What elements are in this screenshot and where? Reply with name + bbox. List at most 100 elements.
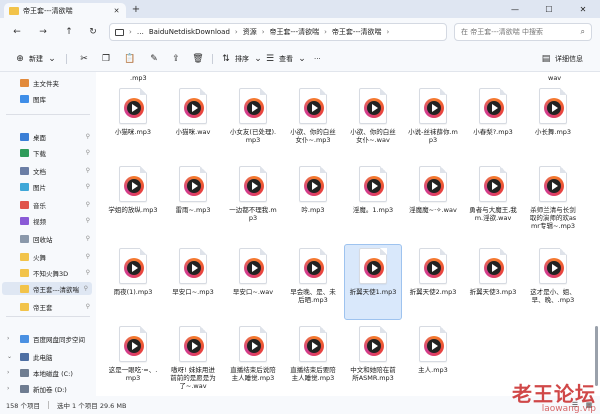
tab-current-folder[interactable]: 帝王套---清欲喘 ✕ [4,3,126,18]
file-item[interactable]: 淫魔魔~·✧.wav [408,166,458,214]
breadcrumb-item[interactable]: 资源 [243,27,257,37]
expand-right-icon[interactable]: › [7,369,9,376]
file-item[interactable]: 折翼天使2.mp3 [408,248,458,296]
sidebar-item-label: 下载 [33,149,46,158]
sidebar-item[interactable]: ⌄ 此电脑 [0,350,94,363]
expand-right-icon[interactable]: › [7,385,9,392]
file-item[interactable]: 小猫咪.mp3 [108,88,158,136]
sidebar-item[interactable]: 文档 ⚲ [0,164,94,177]
file-item[interactable]: 折翼天使1.mp3 [344,244,402,320]
sidebar-item[interactable]: 主文件夹 [0,76,94,89]
copy-button[interactable]: ❐ [100,52,112,66]
file-item[interactable]: 早会晚、是、未后晒.mp3 [288,248,338,304]
sidebar-item[interactable]: 图片 ⚲ [0,180,94,193]
forward-button[interactable]: → [36,25,50,39]
refresh-button[interactable]: ↻ [86,25,100,39]
sidebar-item[interactable]: 帝王套---清欲喘 ⚲ [2,282,92,295]
file-item[interactable]: 直播结束后说陪主人睡觉.mp3 [228,326,278,382]
file-item[interactable]: 小说-丝袜薛你.mp3 [408,88,458,144]
sidebar-item[interactable]: 帝王套 ⚲ [0,300,94,313]
scrollbar-thumb[interactable] [595,326,598,386]
cut-button[interactable]: ✂ [78,52,90,66]
tab-close-icon[interactable]: ✕ [112,7,121,15]
audio-file-icon [299,326,327,362]
file-item[interactable]: 小长舞.mp3 [528,88,578,136]
file-item[interactable]: 中文和她陪在前所ASMR.mp3 [348,326,398,382]
vertical-scrollbar[interactable] [595,76,598,392]
delete-button[interactable]: 🗑 [192,52,204,66]
file-item[interactable]: 嗷呀! 妹妹用进前前的是愿是为了~.wav [168,326,218,390]
tiles-view-icon[interactable]: ▦ [584,400,594,410]
search-box[interactable]: ⌕ [454,23,592,41]
file-item[interactable]: 小欲、你的白丝女仆~.mp3 [288,88,338,144]
file-item[interactable]: 这是一眼吃·=、.mp3 [108,326,158,382]
desktop-icon [20,132,29,141]
file-name: 折翼天使1.mp3 [349,288,397,296]
sort-button[interactable]: ⇅ 排序 ⌄ [220,52,264,66]
view-button[interactable]: ☰ 查看 ⌄ [264,52,308,66]
file-item[interactable]: 勇者与大魔王,我m.淫欲.wav [468,166,518,222]
sidebar-item[interactable]: 图库 [0,92,94,105]
file-item[interactable]: 小女友(已处理).mp3 [228,88,278,144]
sidebar-item[interactable]: 下载 ⚲ [0,146,94,159]
file-name: 小说-丝袜薛你.mp3 [408,128,458,144]
expand-right-icon[interactable]: › [7,335,9,342]
maximize-button[interactable]: ☐ [532,0,566,18]
sidebar-item[interactable]: › 新加卷 (D:) [0,382,94,395]
item-count: 158 个项目 [6,402,40,410]
sidebar-item[interactable]: › 本地磁盘 (C:) [0,366,94,379]
file-item[interactable]: 小猫咪.wav [168,88,218,136]
search-icon: ⌕ [580,27,585,36]
breadcrumb-item[interactable]: 帝王套---清欲喘 [270,27,320,37]
share-button[interactable]: ⇪ [170,52,182,66]
address-bar[interactable]: › … BaiduNetdiskDownload › 资源 › 帝王套---清欲… [109,23,447,41]
file-item[interactable]: 吟.mp3 [288,166,338,214]
file-item[interactable]: 一边都不理我.mp3 [228,166,278,222]
file-item[interactable]: 雨夜(1).mp3 [108,248,158,296]
folder-icon [20,268,29,277]
expand-down-icon[interactable]: ⌄ [7,353,12,360]
file-item[interactable]: 直播结束后要陪主人睡觉.mp3 [288,326,338,382]
file-item[interactable]: 小春梨?.mp3 [468,88,518,136]
sidebar-item[interactable]: 音乐 ⚲ [0,198,94,211]
sidebar-item[interactable]: › 百度网盘同步空间 [0,332,94,345]
breadcrumb-item[interactable]: 帝王套---清欲喘 [332,27,382,37]
up-button[interactable]: ↑ [62,25,76,39]
file-item[interactable]: 雷雨~.mp3 [168,166,218,214]
file-item[interactable]: 折翼天使3.mp3 [468,248,518,296]
sidebar-item-label: 回收站 [33,235,53,244]
file-item[interactable]: 这才是小、姐、早、晚、.mp3 [528,248,578,304]
sidebar-item[interactable]: 桌面 ⚲ [0,130,94,143]
details-view-icon[interactable]: ☰ [570,400,580,410]
file-item[interactable]: 杀师兰清与长剑取的演师的欢asmr专辑~.mp3 [528,166,578,230]
sidebar-item[interactable]: 视频 ⚲ [0,214,94,227]
close-button[interactable]: ✕ [566,0,600,18]
drive-icon [20,368,29,377]
file-item[interactable]: 早安口~.mp3 [168,248,218,296]
search-input[interactable] [461,28,571,36]
file-item[interactable]: 学姐的放纵.mp3 [108,166,158,214]
file-name: 嗷呀! 妹妹用进前前的是愿是为了~.wav [170,366,216,390]
details-button[interactable]: ▤ 详细信息 [540,52,583,66]
back-button[interactable]: ← [10,25,24,39]
file-item[interactable]: 早安口~.wav [228,248,278,296]
rename-icon: ✎ [150,54,158,64]
paste-button[interactable]: 📋 [124,52,136,66]
more-button[interactable]: ··· [314,52,321,66]
rename-button[interactable]: ✎ [148,52,160,66]
new-button[interactable]: ⊕ 新建 ⌄ [14,52,58,66]
file-name-partial[interactable]: .mp3 [130,74,147,82]
breadcrumb-ellipsis[interactable]: … [137,28,144,36]
sidebar-item[interactable]: 不知火舞3D ⚲ [0,266,94,279]
file-name-partial[interactable]: wav [548,74,561,82]
sidebar-item[interactable]: 火舞 ⚲ [0,250,94,263]
file-name: 小春梨?.mp3 [473,128,513,136]
new-tab-button[interactable]: + [130,4,142,16]
file-name: 学姐的放纵.mp3 [108,206,158,214]
minimize-button[interactable]: — [498,0,532,18]
file-item[interactable]: 淫魔。1.mp3 [348,166,398,214]
file-item[interactable]: 小欲、你的白丝女仆~.wav [348,88,398,144]
breadcrumb-item[interactable]: BaiduNetdiskDownload [149,28,230,36]
sidebar-item[interactable]: 回收站 ⚲ [0,232,94,245]
file-item[interactable]: 主人.mp3 [408,326,458,374]
